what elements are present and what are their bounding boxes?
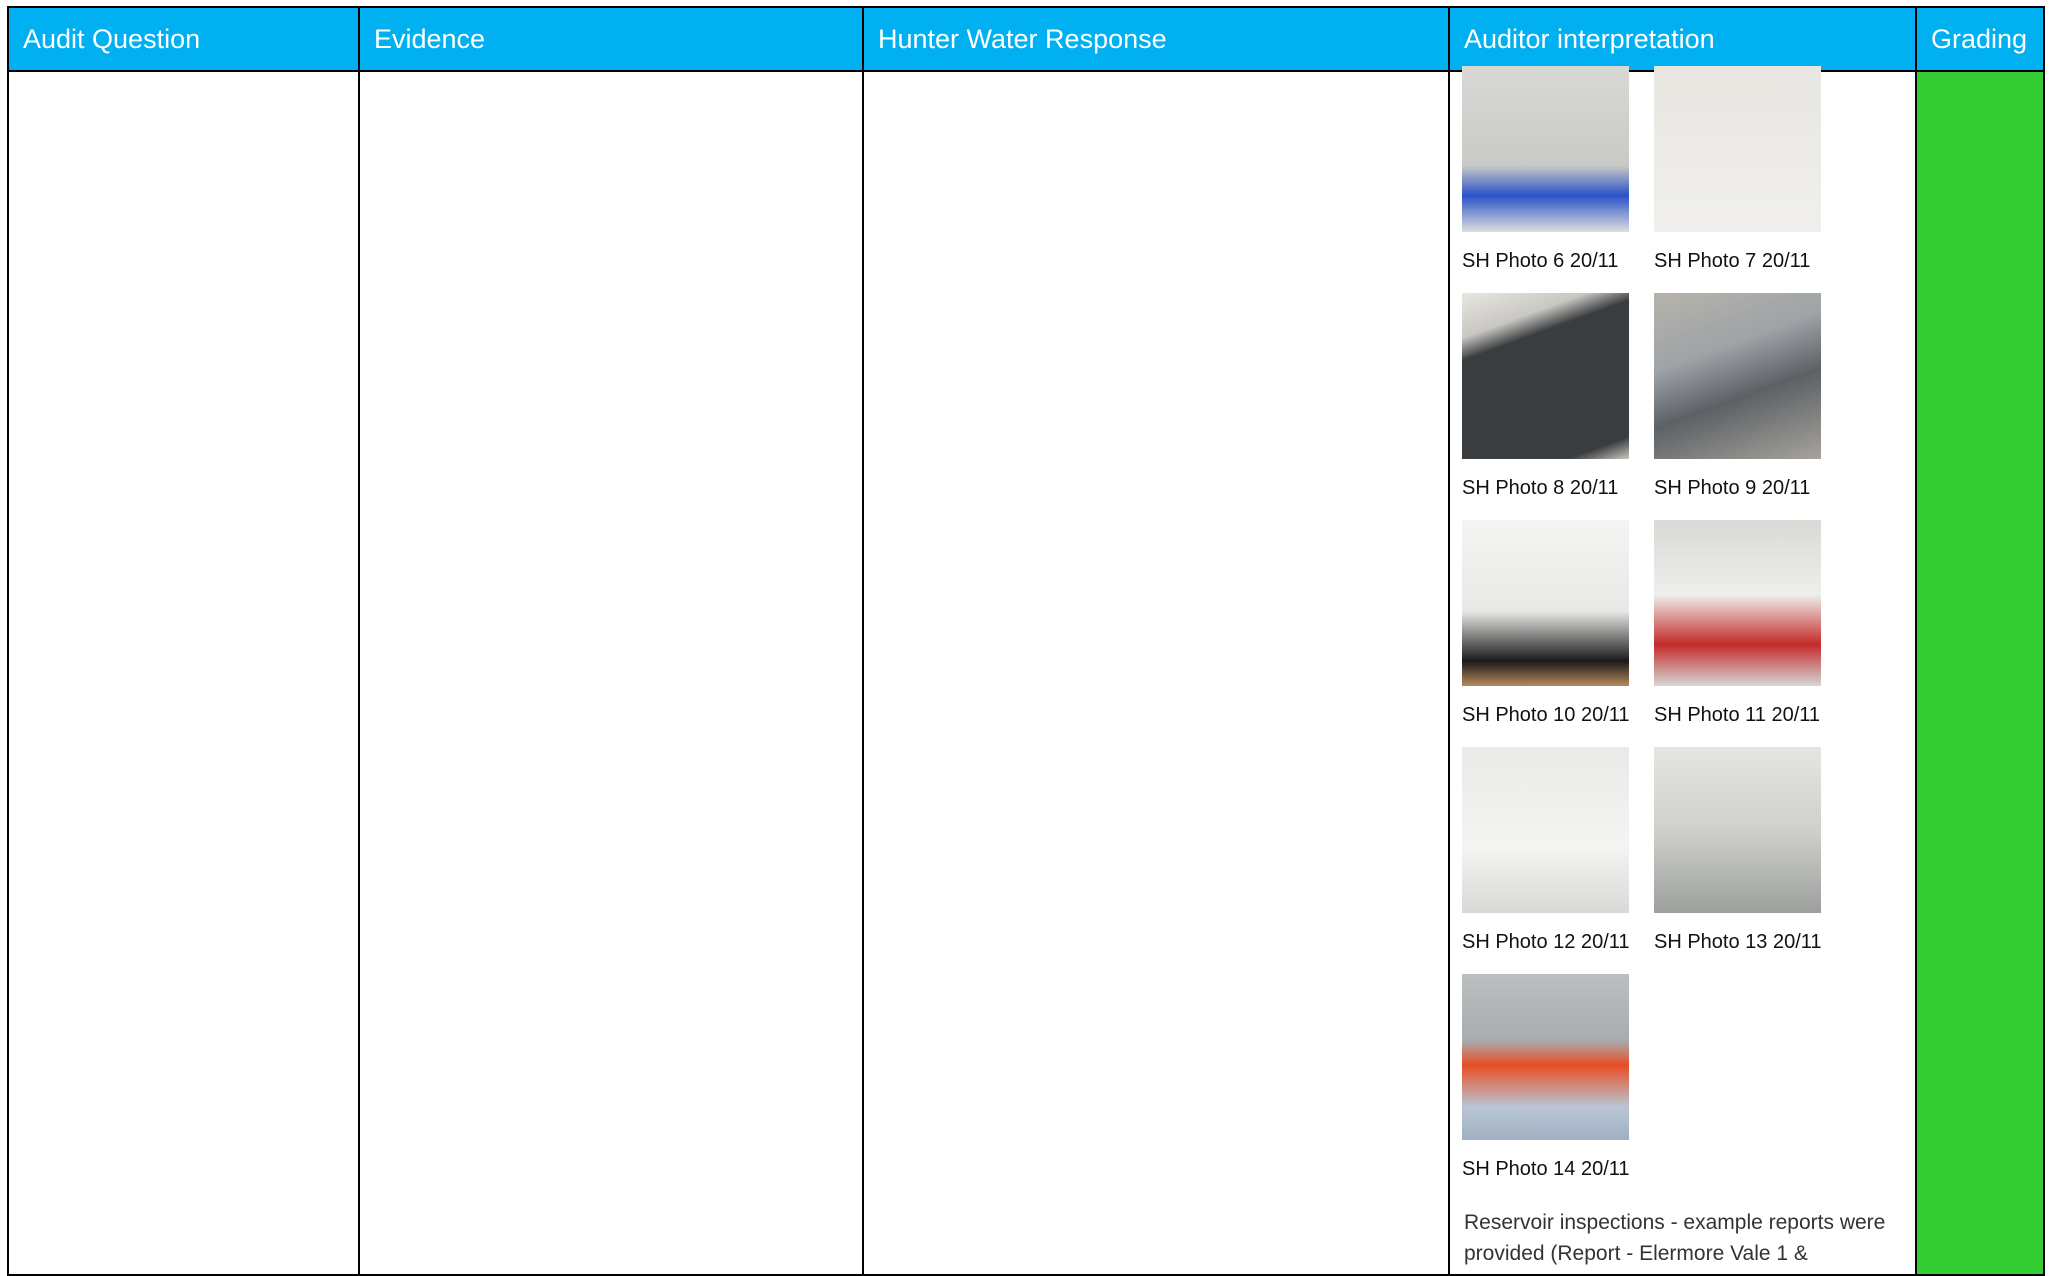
photo-caption: SH Photo 12 20/11 <box>1462 931 1630 953</box>
photo-figure: SH Photo 7 20/11 <box>1654 66 1822 293</box>
audit-question-cell <box>7 70 360 1276</box>
photo-caption: SH Photo 7 20/11 <box>1654 250 1811 272</box>
photo-image <box>1654 520 1821 686</box>
grading-cell <box>1915 70 2045 1276</box>
photo-image <box>1654 66 1821 232</box>
header-evidence: Evidence <box>358 6 864 72</box>
photo-grid: SH Photo 6 20/11 SH Photo 7 20/11 SH Pho… <box>1450 66 1915 1201</box>
table-row: SH Photo 6 20/11 SH Photo 7 20/11 SH Pho… <box>7 66 2045 1276</box>
photo-caption: SH Photo 11 20/11 <box>1654 704 1821 726</box>
photo-caption: SH Photo 14 20/11 <box>1462 1158 1630 1180</box>
photo-figure: SH Photo 11 20/11 <box>1654 520 1822 747</box>
photo-image <box>1654 747 1821 913</box>
photo-caption: SH Photo 10 20/11 <box>1462 704 1630 726</box>
photo-figure: SH Photo 9 20/11 <box>1654 293 1822 520</box>
header-auditor-interpretation: Auditor interpretation <box>1448 6 1917 72</box>
photo-image <box>1462 974 1629 1140</box>
photo-image <box>1654 293 1821 459</box>
photo-image <box>1462 66 1629 232</box>
photo-image <box>1462 520 1629 686</box>
photo-figure: SH Photo 14 20/11 <box>1462 974 1630 1201</box>
photo-figure: SH Photo 10 20/11 <box>1462 520 1630 747</box>
audit-table: Audit Question Evidence Hunter Water Res… <box>7 6 2045 1276</box>
photo-figure: SH Photo 6 20/11 <box>1462 66 1630 293</box>
header-hunter-water-response: Hunter Water Response <box>862 6 1450 72</box>
photo-caption: SH Photo 8 20/11 <box>1462 477 1619 499</box>
photo-caption: SH Photo 13 20/11 <box>1654 931 1822 953</box>
photo-image <box>1462 747 1629 913</box>
photo-caption: SH Photo 9 20/11 <box>1654 477 1811 499</box>
header-grading: Grading <box>1915 6 2045 72</box>
interpretation-text: Reservoir inspections - example reports … <box>1464 1211 1886 1265</box>
response-cell <box>862 70 1450 1276</box>
evidence-cell <box>358 70 864 1276</box>
header-audit-question: Audit Question <box>7 6 360 72</box>
photo-figure: SH Photo 8 20/11 <box>1462 293 1630 520</box>
photo-caption: SH Photo 6 20/11 <box>1462 250 1619 272</box>
photo-figure: SH Photo 12 20/11 <box>1462 747 1630 974</box>
photo-image <box>1462 293 1629 459</box>
header-row: Audit Question Evidence Hunter Water Res… <box>7 6 2045 72</box>
photo-figure: SH Photo 13 20/11 <box>1654 747 1822 974</box>
auditor-interpretation-cell: SH Photo 6 20/11 SH Photo 7 20/11 SH Pho… <box>1448 66 1917 1276</box>
